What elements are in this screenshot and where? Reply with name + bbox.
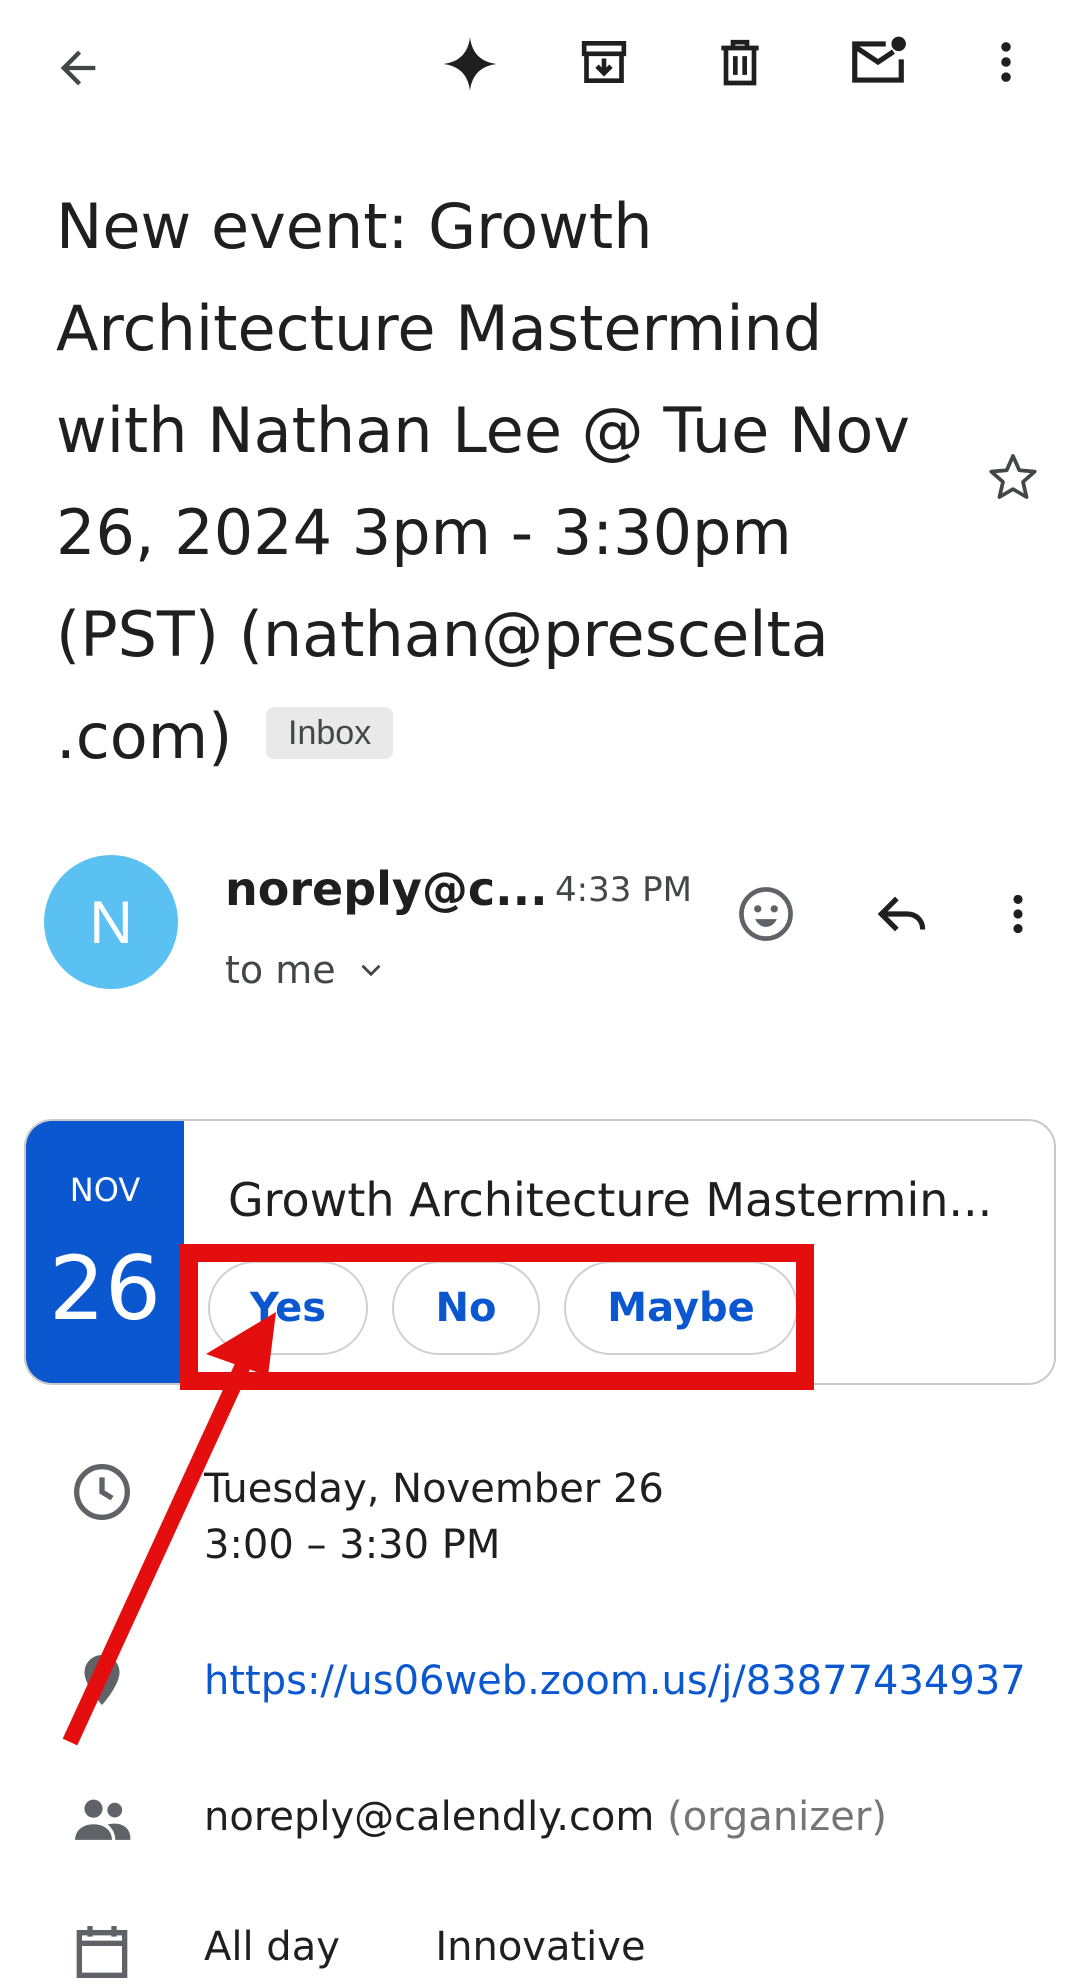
- sparkle-icon: [443, 37, 497, 91]
- emoji-icon: [739, 887, 793, 941]
- event-title[interactable]: Growth Architecture Mastermin...: [228, 1173, 1028, 1227]
- calendar-name: Innovative: [435, 1924, 646, 1970]
- arrow-back-icon: [60, 50, 96, 86]
- more-options-button[interactable]: [968, 24, 1044, 100]
- clock-icon: [70, 1460, 134, 1528]
- archive-button[interactable]: [566, 24, 642, 100]
- event-month: NOV: [69, 1171, 141, 1209]
- archive-icon: [581, 41, 627, 83]
- reply-button[interactable]: [862, 874, 942, 954]
- gemini-button[interactable]: [432, 26, 508, 102]
- back-button[interactable]: [40, 30, 116, 106]
- inbox-label-chip[interactable]: Inbox: [266, 706, 394, 759]
- calendar-line: All day Innovative: [204, 1924, 646, 1970]
- add-reaction-button[interactable]: [726, 874, 806, 954]
- people-icon: [68, 1786, 136, 1858]
- sender-name[interactable]: noreply@c...: [225, 862, 548, 916]
- more-vert-icon: [1013, 894, 1023, 934]
- annotation-highlight-box: [180, 1244, 814, 1390]
- more-vert-icon: [1001, 42, 1011, 82]
- event-date-block: NOV 26: [26, 1121, 184, 1383]
- recipient-details-toggle[interactable]: to me: [225, 948, 388, 992]
- organizer-role: (organizer): [667, 1794, 887, 1840]
- mail-unread-icon: [852, 36, 906, 83]
- reply-icon: [877, 896, 926, 932]
- location-pin-icon: [72, 1648, 132, 1716]
- event-date: Tuesday, November 26: [204, 1466, 664, 1512]
- mark-unread-button[interactable]: [838, 22, 918, 102]
- chevron-down-icon: [361, 964, 381, 977]
- trash-icon: [721, 39, 759, 86]
- organizer-email[interactable]: noreply@calendly.com: [204, 1794, 654, 1840]
- delete-button[interactable]: [702, 24, 778, 100]
- calendar-icon: [70, 1918, 134, 1986]
- message-more-button[interactable]: [982, 874, 1054, 954]
- email-subject: New event: Growth Architecture Mastermin…: [56, 176, 956, 788]
- event-day: 26: [49, 1237, 161, 1340]
- organizer-line: noreply@calendly.com (organizer): [204, 1794, 887, 1840]
- star-button[interactable]: [976, 440, 1050, 514]
- calendar-all-day: All day: [204, 1924, 340, 1970]
- recipient-label: to me: [225, 948, 336, 992]
- location-link[interactable]: https://us06web.zoom.us/j/83877434937: [204, 1658, 1026, 1704]
- subject-text: New event: Growth Architecture Mastermin…: [56, 190, 910, 773]
- sent-time: 4:33 PM: [555, 870, 692, 910]
- sender-avatar[interactable]: N: [44, 855, 178, 989]
- event-time-range: 3:00 – 3:30 PM: [204, 1522, 501, 1568]
- star-outline-icon: [989, 454, 1037, 499]
